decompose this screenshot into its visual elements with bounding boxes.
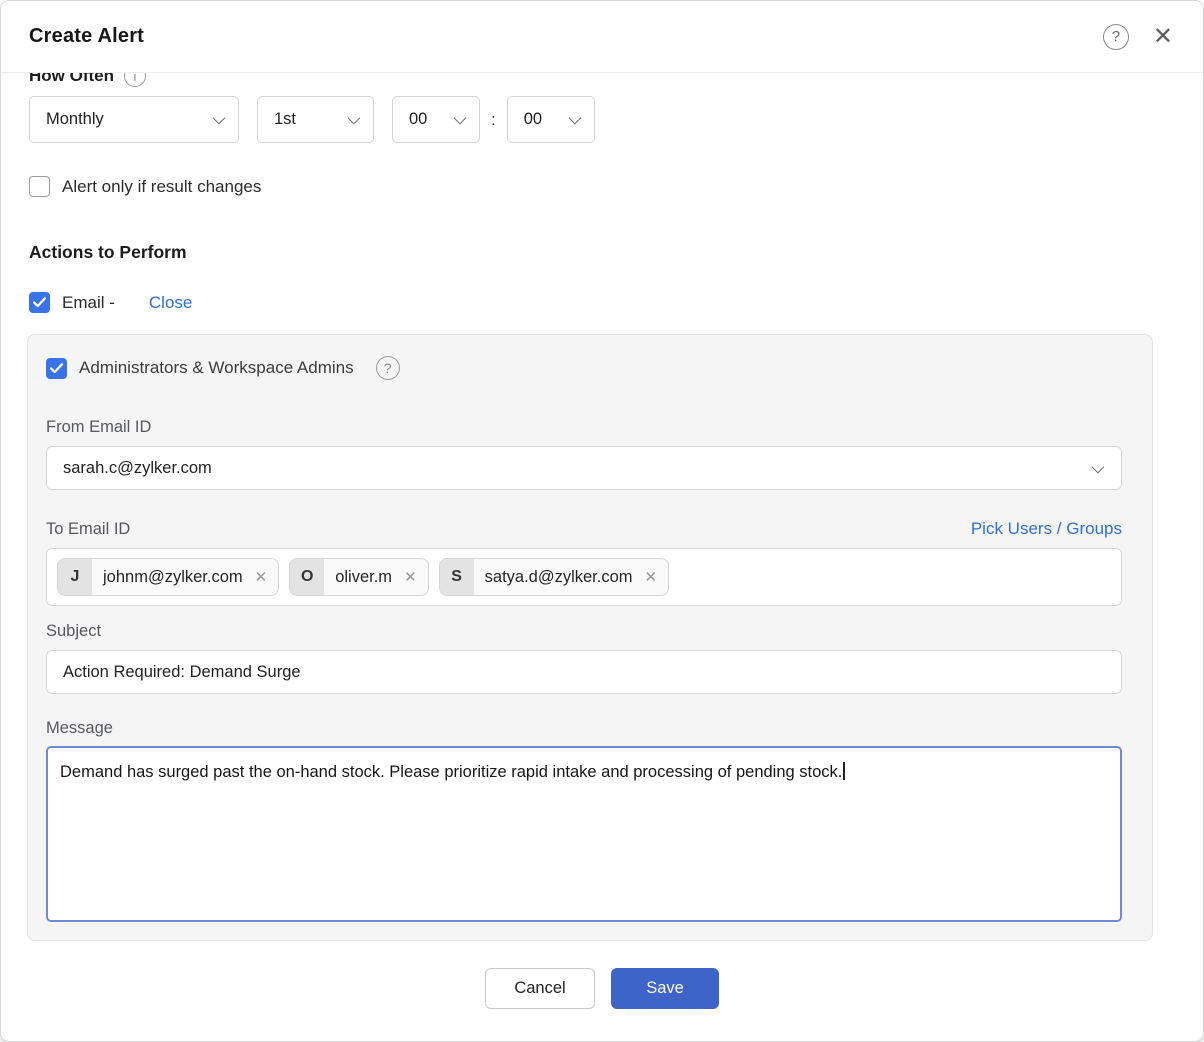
cancel-button[interactable]: Cancel bbox=[485, 968, 595, 1009]
time-separator: : bbox=[491, 110, 496, 130]
email-label: Email - bbox=[62, 293, 115, 313]
how-often-label: How Often bbox=[29, 73, 114, 86]
hour-select[interactable]: 00 bbox=[392, 96, 480, 143]
schedule-select-row: Monthly 1st 00 : 00 bbox=[29, 96, 1175, 143]
admins-checkbox[interactable] bbox=[46, 358, 67, 379]
info-icon[interactable]: i bbox=[124, 73, 146, 87]
minute-select[interactable]: 00 bbox=[507, 96, 595, 143]
close-icon[interactable]: ✕ bbox=[1153, 25, 1173, 49]
actions-heading: Actions to Perform bbox=[29, 242, 1175, 263]
from-email-select[interactable]: sarah.c@zylker.com bbox=[46, 446, 1122, 490]
remove-recipient-icon[interactable]: ✕ bbox=[404, 570, 417, 585]
create-alert-dialog: Create Alert ? ✕ How Often i Monthly 1st… bbox=[0, 0, 1204, 1042]
how-often-row: How Often i bbox=[29, 73, 1175, 89]
recipient-initial: O bbox=[290, 559, 324, 595]
admins-label: Administrators & Workspace Admins bbox=[79, 358, 354, 378]
alert-only-checkbox[interactable] bbox=[29, 176, 50, 197]
recipient-email: oliver.m bbox=[324, 568, 404, 587]
text-caret bbox=[843, 762, 845, 780]
subject-input[interactable]: Action Required: Demand Surge bbox=[46, 650, 1122, 694]
chevron-down-icon bbox=[568, 112, 581, 125]
dialog-title: Create Alert bbox=[29, 25, 144, 48]
help-icon[interactable]: ? bbox=[1103, 24, 1129, 50]
checkmark-icon bbox=[50, 363, 63, 374]
remove-recipient-icon[interactable]: ✕ bbox=[255, 570, 268, 585]
email-checkbox[interactable] bbox=[29, 292, 50, 313]
close-email-link[interactable]: Close bbox=[149, 293, 192, 313]
chevron-down-icon bbox=[213, 112, 226, 125]
recipient-chip: S satya.d@zylker.com ✕ bbox=[439, 558, 669, 596]
chevron-down-icon bbox=[348, 112, 361, 125]
dialog-header: Create Alert ? ✕ bbox=[1, 1, 1203, 73]
dialog-footer: Cancel Save bbox=[29, 968, 1175, 1009]
frequency-select[interactable]: Monthly bbox=[29, 96, 239, 143]
chevron-down-icon bbox=[454, 112, 467, 125]
pick-users-groups-link[interactable]: Pick Users / Groups bbox=[971, 519, 1122, 539]
checkmark-icon bbox=[33, 297, 46, 308]
admins-help-icon[interactable]: ? bbox=[376, 356, 400, 380]
remove-recipient-icon[interactable]: ✕ bbox=[645, 570, 658, 585]
recipient-chip: O oliver.m ✕ bbox=[289, 558, 428, 596]
recipient-initial: S bbox=[440, 559, 474, 595]
email-action-row: Email - Close bbox=[29, 292, 1175, 313]
chevron-down-icon bbox=[1092, 460, 1105, 473]
header-icons: ? ✕ bbox=[1103, 24, 1173, 50]
from-email-label: From Email ID bbox=[46, 418, 1122, 437]
dialog-body: How Often i Monthly 1st 00 : 00 bbox=[1, 73, 1203, 1041]
subject-label: Subject bbox=[46, 622, 1122, 641]
admins-row: Administrators & Workspace Admins ? bbox=[46, 356, 1122, 380]
recipient-initial: J bbox=[58, 559, 92, 595]
save-button[interactable]: Save bbox=[611, 968, 719, 1009]
email-settings-panel: Administrators & Workspace Admins ? From… bbox=[27, 334, 1153, 941]
recipient-email: johnm@zylker.com bbox=[92, 568, 255, 587]
to-email-row: To Email ID Pick Users / Groups bbox=[46, 519, 1122, 539]
day-select[interactable]: 1st bbox=[257, 96, 374, 143]
recipient-email: satya.d@zylker.com bbox=[474, 568, 645, 587]
alert-only-label: Alert only if result changes bbox=[62, 177, 261, 197]
message-textarea[interactable]: Demand has surged past the on-hand stock… bbox=[46, 746, 1122, 922]
to-email-label: To Email ID bbox=[46, 520, 130, 539]
alert-only-row: Alert only if result changes bbox=[29, 176, 1175, 197]
to-email-field[interactable]: J johnm@zylker.com ✕ O oliver.m ✕ S saty… bbox=[46, 548, 1122, 606]
message-label: Message bbox=[46, 719, 1122, 738]
recipient-chip: J johnm@zylker.com ✕ bbox=[57, 558, 279, 596]
